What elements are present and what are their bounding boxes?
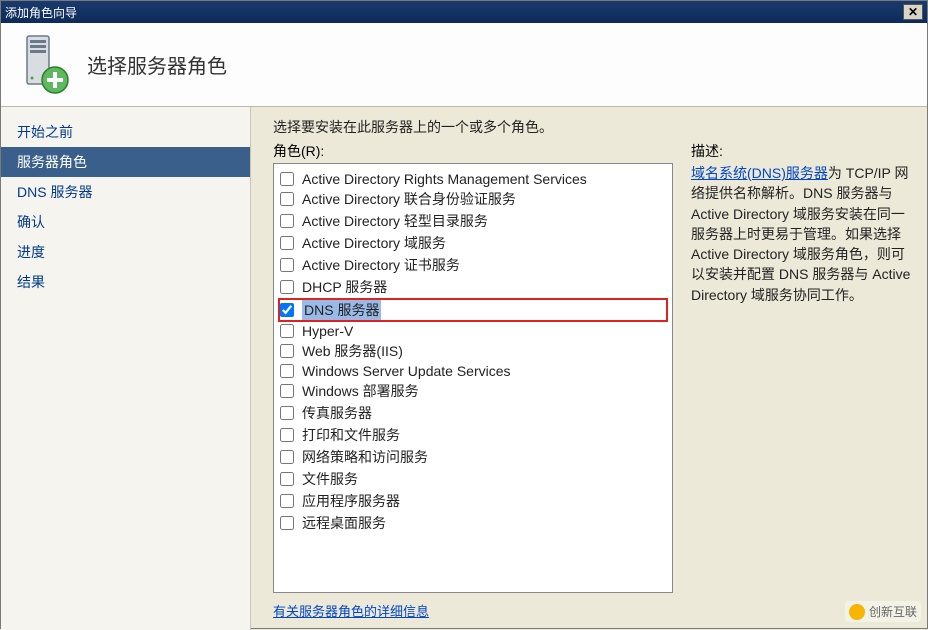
role-label: Windows 部署服务 bbox=[302, 381, 419, 401]
watermark: 创新互联 bbox=[845, 601, 921, 622]
role-checkbox[interactable] bbox=[280, 324, 294, 338]
roles-details-link[interactable]: 有关服务器角色的详细信息 bbox=[273, 601, 673, 620]
role-label: 远程桌面服务 bbox=[302, 513, 386, 533]
description-link[interactable]: 域名系统(DNS)服务器 bbox=[691, 165, 828, 181]
instruction-text: 选择要安装在此服务器上的一个或多个角色。 bbox=[273, 117, 913, 137]
server-role-icon bbox=[15, 34, 69, 96]
role-row[interactable]: 传真服务器 bbox=[278, 402, 668, 424]
role-label: 应用程序服务器 bbox=[302, 491, 400, 511]
close-icon: ✕ bbox=[908, 5, 918, 19]
wizard-header: 选择服务器角色 bbox=[1, 23, 927, 107]
role-label: 网络策略和访问服务 bbox=[302, 447, 428, 467]
role-checkbox[interactable] bbox=[280, 472, 294, 486]
wizard-body: 开始之前服务器角色DNS 服务器确认进度结果 选择要安装在此服务器上的一个或多个… bbox=[1, 107, 927, 630]
description-body: 为 TCP/IP 网络提供名称解析。DNS 服务器与 Active Direct… bbox=[691, 165, 910, 303]
sidebar-item-0[interactable]: 开始之前 bbox=[1, 117, 250, 147]
role-label: Active Directory 域服务 bbox=[302, 233, 446, 253]
role-checkbox[interactable] bbox=[280, 450, 294, 464]
role-row[interactable]: Active Directory 证书服务 bbox=[278, 254, 668, 276]
role-checkbox[interactable] bbox=[280, 192, 294, 206]
roles-listbox[interactable]: Active Directory Rights Management Servi… bbox=[273, 163, 673, 593]
role-checkbox[interactable] bbox=[280, 214, 294, 228]
role-checkbox[interactable] bbox=[280, 494, 294, 508]
description-column: 描述: 域名系统(DNS)服务器为 TCP/IP 网络提供名称解析。DNS 服务… bbox=[691, 141, 913, 620]
role-checkbox[interactable] bbox=[280, 384, 294, 398]
role-label: DHCP 服务器 bbox=[302, 277, 387, 297]
role-row[interactable]: 打印和文件服务 bbox=[278, 424, 668, 446]
role-label: 传真服务器 bbox=[302, 403, 372, 423]
role-checkbox[interactable] bbox=[280, 258, 294, 272]
role-row[interactable]: Hyper-V bbox=[278, 322, 668, 340]
description-heading: 描述: bbox=[691, 141, 913, 161]
role-label: DNS 服务器 bbox=[302, 300, 381, 320]
role-row[interactable]: DNS 服务器 bbox=[278, 298, 668, 322]
role-checkbox[interactable] bbox=[280, 406, 294, 420]
role-row[interactable]: Web 服务器(IIS) bbox=[278, 340, 668, 362]
role-checkbox[interactable] bbox=[280, 172, 294, 186]
role-row[interactable]: Active Directory Rights Management Servi… bbox=[278, 170, 668, 188]
role-label: Hyper-V bbox=[302, 323, 353, 339]
sidebar-item-3[interactable]: 确认 bbox=[1, 207, 250, 237]
sidebar: 开始之前服务器角色DNS 服务器确认进度结果 bbox=[1, 107, 251, 630]
close-button[interactable]: ✕ bbox=[903, 4, 923, 20]
role-row[interactable]: Windows Server Update Services bbox=[278, 362, 668, 380]
sidebar-item-5[interactable]: 结果 bbox=[1, 267, 250, 297]
role-row[interactable]: DHCP 服务器 bbox=[278, 276, 668, 298]
role-row[interactable]: 应用程序服务器 bbox=[278, 490, 668, 512]
role-label: Windows Server Update Services bbox=[302, 363, 511, 379]
role-row[interactable]: Active Directory 轻型目录服务 bbox=[278, 210, 668, 232]
role-checkbox[interactable] bbox=[280, 236, 294, 250]
role-checkbox[interactable] bbox=[280, 344, 294, 358]
role-label: Active Directory 联合身份验证服务 bbox=[302, 189, 516, 209]
role-label: 文件服务 bbox=[302, 469, 358, 489]
role-checkbox[interactable] bbox=[280, 303, 294, 317]
role-label: Web 服务器(IIS) bbox=[302, 341, 403, 361]
columns: 角色(R): Active Directory Rights Managemen… bbox=[273, 141, 913, 620]
role-label: Active Directory Rights Management Servi… bbox=[302, 171, 587, 187]
page-title: 选择服务器角色 bbox=[87, 50, 227, 79]
roles-column: 角色(R): Active Directory Rights Managemen… bbox=[273, 141, 673, 620]
role-checkbox[interactable] bbox=[280, 364, 294, 378]
role-row[interactable]: Windows 部署服务 bbox=[278, 380, 668, 402]
role-checkbox[interactable] bbox=[280, 280, 294, 294]
sidebar-item-4[interactable]: 进度 bbox=[1, 237, 250, 267]
role-row[interactable]: Active Directory 域服务 bbox=[278, 232, 668, 254]
role-checkbox[interactable] bbox=[280, 428, 294, 442]
window-title: 添加角色向导 bbox=[5, 4, 903, 21]
titlebar: 添加角色向导 ✕ bbox=[1, 1, 927, 23]
description-text: 域名系统(DNS)服务器为 TCP/IP 网络提供名称解析。DNS 服务器与 A… bbox=[691, 163, 913, 305]
role-label: Active Directory 证书服务 bbox=[302, 255, 460, 275]
role-label: 打印和文件服务 bbox=[302, 425, 400, 445]
role-row[interactable]: 远程桌面服务 bbox=[278, 512, 668, 534]
roles-heading: 角色(R): bbox=[273, 141, 673, 161]
role-row[interactable]: 文件服务 bbox=[278, 468, 668, 490]
sidebar-item-1[interactable]: 服务器角色 bbox=[1, 147, 250, 177]
watermark-text: 创新互联 bbox=[869, 603, 917, 620]
watermark-logo-icon bbox=[849, 604, 865, 620]
main-panel: 选择要安装在此服务器上的一个或多个角色。 角色(R): Active Direc… bbox=[251, 107, 927, 630]
role-checkbox[interactable] bbox=[280, 516, 294, 530]
sidebar-item-2[interactable]: DNS 服务器 bbox=[1, 177, 250, 207]
role-row[interactable]: Active Directory 联合身份验证服务 bbox=[278, 188, 668, 210]
role-label: Active Directory 轻型目录服务 bbox=[302, 211, 488, 231]
role-row[interactable]: 网络策略和访问服务 bbox=[278, 446, 668, 468]
